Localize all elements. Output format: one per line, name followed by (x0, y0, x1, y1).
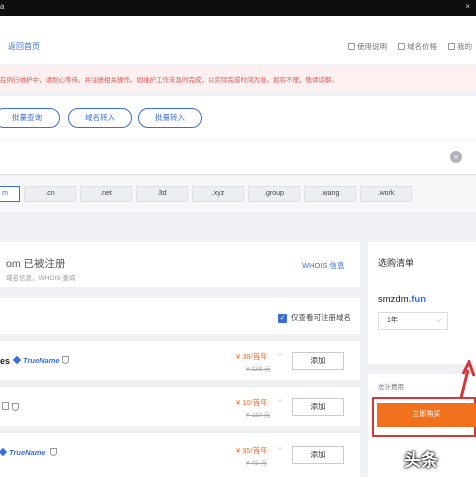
usage-guide-link[interactable]: 使用说明 (348, 41, 387, 52)
cart-domain: smzdm.fun (378, 294, 427, 305)
table-row: es TrueName ¥ 38/首年 ⌵ ¥ 138 元 添加 (0, 340, 360, 380)
shield-icon (50, 448, 57, 456)
close-icon[interactable]: × (465, 2, 470, 11)
batch-query-button[interactable]: 批量查询 (0, 108, 60, 128)
user-icon (448, 43, 455, 50)
chevron-down-icon: ⌵ (435, 317, 441, 324)
chevron-down-icon[interactable]: ⌵ (277, 445, 282, 453)
batch-transfer-button[interactable]: 批量转入 (138, 108, 202, 128)
add-button[interactable]: 添加 (292, 352, 344, 370)
clear-icon[interactable]: × (450, 151, 462, 163)
row-domain-name: es (0, 356, 11, 366)
tld-chip-ltd[interactable]: .ltd (136, 186, 188, 202)
row-icon (2, 402, 9, 410)
doc-icon (348, 43, 355, 50)
domain-status-title: om 已被注册 (6, 258, 66, 270)
years-select[interactable]: 1年 ⌵ (378, 312, 448, 330)
whois-link[interactable]: WHOIS 信息 (302, 260, 345, 271)
add-button[interactable]: 添加 (292, 446, 344, 464)
truename-badge: TrueName (0, 447, 46, 457)
available-only-checkbox[interactable]: ✓ (278, 314, 287, 323)
domain-transfer-button[interactable]: 域名转入 (68, 108, 132, 128)
table-row: ¥ 10/首年 ⌵ ¥ 110 元 添加 (0, 386, 360, 426)
shield-icon (62, 356, 69, 364)
tld-chip-group[interactable]: .group (248, 186, 300, 202)
chevron-down-icon[interactable]: ⌵ (277, 397, 282, 405)
available-only-label: 仅查看可注册域名 (291, 313, 351, 322)
tld-chip-work[interactable]: .work (360, 186, 412, 202)
annotation-arrow-icon (459, 360, 476, 399)
total-cost-label: 总计费用 (378, 384, 404, 391)
my-account-link[interactable]: 我的 (448, 41, 472, 52)
row-price: ¥ 10/首年 (236, 398, 268, 407)
truename-icon (0, 447, 8, 457)
window-title: а (0, 2, 5, 11)
back-home-link[interactable]: 返回首页 (8, 41, 40, 52)
domain-search-input[interactable] (0, 141, 476, 175)
truename-icon (12, 355, 22, 365)
maintenance-notice: 在例行维护中，请耐心等待，并注册相关操作。如维护工作未及时完成，以实际完成时间为… (0, 66, 476, 92)
domain-price-link[interactable]: 域名价格 (398, 41, 437, 52)
truename-badge: TrueName (12, 355, 60, 365)
buy-now-button[interactable]: 立即购买 (377, 403, 476, 427)
watermark: 头条 (404, 451, 438, 471)
row-old-price: ¥ 45 元 (246, 460, 267, 467)
tld-chip-wang[interactable]: .wang (304, 186, 356, 202)
row-price: ¥ 38/首年 (236, 352, 268, 361)
page-header (0, 16, 476, 64)
row-price: ¥ 35/首年 (236, 446, 268, 455)
row-old-price: ¥ 138 元 (246, 366, 271, 373)
price-icon (398, 43, 405, 50)
domain-status-subtitle: 域名信息，WHOIS 查询 (6, 275, 76, 282)
cart-title: 选购清单 (378, 258, 415, 268)
row-old-price: ¥ 110 元 (246, 412, 271, 419)
tld-chip-net[interactable]: .net (80, 186, 132, 202)
tld-chip-xyz[interactable]: .xyz (192, 186, 244, 202)
table-row: TrueName ¥ 35/首年 ⌵ ¥ 45 元 添加 (0, 432, 360, 477)
tld-chip-com[interactable]: m (0, 186, 20, 202)
window-titlebar: а × (0, 0, 476, 16)
add-button[interactable]: 添加 (292, 398, 344, 416)
chevron-down-icon[interactable]: ⌵ (277, 351, 282, 359)
notice-text: 在例行维护中，请耐心等待，并注册相关操作。如维护工作未及时完成，以实际完成时间为… (0, 77, 338, 84)
shield-icon (12, 403, 19, 411)
tld-chip-cn[interactable]: .cn (24, 186, 76, 202)
